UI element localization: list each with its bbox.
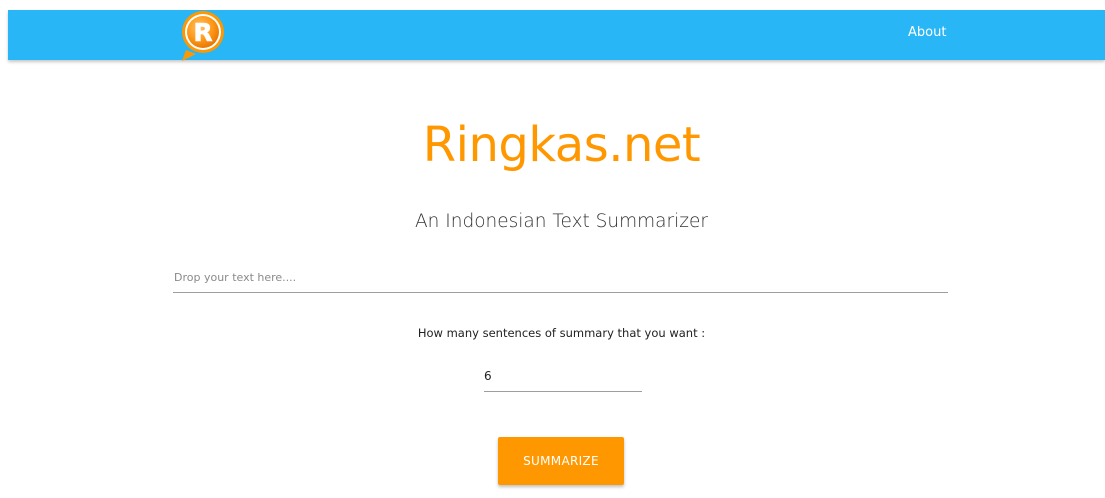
page: R About Ringkas.net An Indonesian Text S… — [0, 0, 1105, 498]
logo-speech-bubble-icon: R — [182, 11, 224, 61]
logo-letter: R — [193, 18, 212, 47]
summarize-button[interactable]: SUMMARIZE — [498, 437, 624, 485]
text-input[interactable] — [173, 263, 948, 293]
nav-link-about[interactable]: About — [908, 25, 946, 40]
page-title: Ringkas.net — [422, 117, 701, 173]
top-navbar: R About — [8, 10, 1105, 62]
page-subtitle: An Indonesian Text Summarizer — [415, 211, 708, 232]
sentence-count-label: How many sentences of summary that you w… — [417, 326, 706, 340]
ringkas-logo[interactable]: R — [174, 10, 232, 62]
sentence-count-input[interactable] — [484, 361, 642, 392]
